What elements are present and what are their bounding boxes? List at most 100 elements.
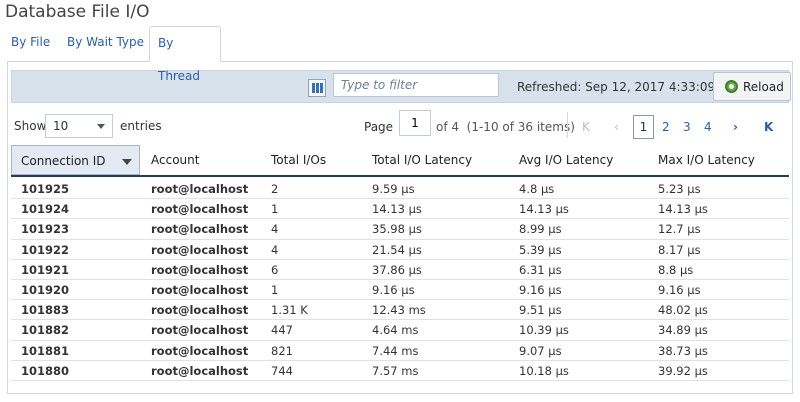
cell-total-ios: 4 xyxy=(271,242,279,257)
tab-by-file[interactable]: By File xyxy=(3,26,58,62)
reload-label: Reload xyxy=(743,79,784,94)
first-page-icon[interactable]: K xyxy=(582,120,590,134)
cell-max-io-latency: 38.73 µs xyxy=(658,343,708,358)
columns-icon[interactable] xyxy=(308,79,326,97)
cell-total-ios: 1 xyxy=(271,282,279,297)
cell-connection-id: 101882 xyxy=(21,323,70,338)
cell-max-io-latency: 34.89 µs xyxy=(658,323,708,338)
cell-total-io-latency: 7.44 ms xyxy=(372,343,419,358)
page-title: Database File I/O xyxy=(5,2,150,22)
cell-max-io-latency: 39.92 µs xyxy=(658,363,708,378)
table-body: 101925 root@localhost 2 9.59 µs 4.8 µs 5… xyxy=(11,179,789,381)
cell-total-io-latency: 9.59 µs xyxy=(372,182,415,196)
cell-total-io-latency: 21.54 µs xyxy=(372,242,422,257)
page-3-button[interactable]: 3 xyxy=(683,120,691,134)
cell-account: root@localhost xyxy=(151,363,249,378)
column-header-total-io-latency[interactable]: Total I/O Latency xyxy=(372,145,472,175)
cell-total-io-latency: 14.13 µs xyxy=(372,202,422,217)
cell-connection-id: 101920 xyxy=(21,282,70,297)
table-row[interactable]: 101925 root@localhost 2 9.59 µs 4.8 µs 5… xyxy=(11,179,789,200)
cell-max-io-latency: 14.13 µs xyxy=(658,202,708,217)
cell-connection-id: 101883 xyxy=(21,303,70,318)
cell-connection-id: 101925 xyxy=(21,182,70,196)
tab-by-wait-type[interactable]: By Wait Type xyxy=(59,26,152,62)
cell-total-ios: 4 xyxy=(271,222,279,237)
column-header-account[interactable]: Account xyxy=(151,145,199,175)
table-row[interactable]: 101880 root@localhost 744 7.57 ms 10.18 … xyxy=(11,361,789,381)
column-header-max-io-latency[interactable]: Max I/O Latency xyxy=(658,145,755,175)
cell-avg-io-latency: 5.39 µs xyxy=(519,242,562,257)
cell-total-io-latency: 9.16 µs xyxy=(372,282,415,297)
prev-page-icon[interactable]: ‹ xyxy=(614,120,619,134)
cell-max-io-latency: 48.02 µs xyxy=(658,303,708,318)
table-row[interactable]: 101881 root@localhost 821 7.44 ms 9.07 µ… xyxy=(11,341,789,361)
cell-total-ios: 744 xyxy=(271,363,293,378)
last-page-icon[interactable]: K xyxy=(764,120,773,134)
cell-total-io-latency: 12.43 ms xyxy=(372,303,426,318)
table-row[interactable]: 101921 root@localhost 6 37.86 µs 6.31 µs… xyxy=(11,260,789,280)
cell-total-ios: 6 xyxy=(271,262,279,277)
cell-max-io-latency: 12.7 µs xyxy=(658,222,701,237)
cell-account: root@localhost xyxy=(151,262,249,277)
cell-total-ios: 2 xyxy=(271,182,279,196)
cell-account: root@localhost xyxy=(151,202,249,217)
page-1-button[interactable]: 1 xyxy=(633,115,654,139)
cell-account: root@localhost xyxy=(151,343,249,358)
cell-max-io-latency: 9.16 µs xyxy=(658,282,701,297)
cell-avg-io-latency: 14.13 µs xyxy=(519,202,569,217)
table-header: Connection ID Account Total I/Os Total I… xyxy=(11,145,789,177)
cell-account: root@localhost xyxy=(151,323,249,338)
refresh-icon xyxy=(725,80,738,93)
cell-total-ios: 1 xyxy=(271,202,279,217)
column-header-total-ios[interactable]: Total I/Os xyxy=(271,145,326,175)
cell-total-io-latency: 4.64 ms xyxy=(372,323,419,338)
cell-account: root@localhost xyxy=(151,282,249,297)
column-header-avg-io-latency[interactable]: Avg I/O Latency xyxy=(519,145,613,175)
table-row[interactable]: 101920 root@localhost 1 9.16 µs 9.16 µs … xyxy=(11,280,789,301)
column-header-connection-id[interactable]: Connection ID xyxy=(11,145,140,175)
cell-max-io-latency: 8.17 µs xyxy=(658,242,701,257)
cell-account: root@localhost xyxy=(151,303,249,318)
cell-avg-io-latency: 9.51 µs xyxy=(519,303,562,318)
cell-total-ios: 821 xyxy=(271,343,293,358)
cell-max-io-latency: 8.8 µs xyxy=(658,262,694,277)
cell-connection-id: 101881 xyxy=(21,343,70,358)
cell-connection-id: 101922 xyxy=(21,242,70,257)
page-4-button[interactable]: 4 xyxy=(704,120,712,134)
cell-total-ios: 447 xyxy=(271,323,293,338)
refreshed-timestamp: Refreshed: Sep 12, 2017 4:33:09 pm xyxy=(517,80,739,94)
entries-label: entries xyxy=(120,119,162,133)
page-count-text: of 4 (1-10 of 36 items) xyxy=(436,120,575,134)
cell-total-io-latency: 35.98 µs xyxy=(372,222,422,237)
filter-input[interactable] xyxy=(333,73,499,97)
table-row[interactable]: 101923 root@localhost 4 35.98 µs 8.99 µs… xyxy=(11,219,789,240)
tab-by-thread[interactable]: By Thread xyxy=(149,26,221,83)
cell-connection-id: 101880 xyxy=(21,363,70,378)
table-row[interactable]: 101883 root@localhost 1.31 K 12.43 ms 9.… xyxy=(11,300,789,321)
thread-io-panel: Refreshed: Sep 12, 2017 4:33:09 pm Reloa… xyxy=(7,61,793,394)
cell-total-io-latency: 37.86 µs xyxy=(372,262,422,277)
reload-button[interactable]: Reload xyxy=(713,72,791,101)
table-row[interactable]: 101924 root@localhost 1 14.13 µs 14.13 µ… xyxy=(11,199,789,220)
page-label: Page xyxy=(364,120,394,134)
table-row[interactable]: 101922 root@localhost 4 21.54 µs 5.39 µs… xyxy=(11,240,789,260)
cell-avg-io-latency: 6.31 µs xyxy=(519,262,562,277)
cell-avg-io-latency: 10.39 µs xyxy=(519,323,569,338)
cell-account: root@localhost xyxy=(151,242,249,257)
show-label: Show xyxy=(14,119,47,133)
page-2-button[interactable]: 2 xyxy=(662,120,670,134)
page-number-input[interactable] xyxy=(399,110,431,136)
table-row[interactable]: 101882 root@localhost 447 4.64 ms 10.39 … xyxy=(11,320,789,341)
cell-connection-id: 101921 xyxy=(21,262,70,277)
cell-avg-io-latency: 4.8 µs xyxy=(519,182,555,196)
entries-per-page-select[interactable]: 10 xyxy=(45,114,113,138)
cell-avg-io-latency: 9.16 µs xyxy=(519,282,562,297)
next-page-icon[interactable]: › xyxy=(733,120,738,134)
cell-connection-id: 101923 xyxy=(21,222,70,237)
grid-toolbar: Refreshed: Sep 12, 2017 4:33:09 pm Reloa… xyxy=(11,70,791,103)
cell-avg-io-latency: 10.18 µs xyxy=(519,363,569,378)
entries-selected-value: 10 xyxy=(53,119,69,133)
cell-total-ios: 1.31 K xyxy=(271,303,308,318)
cell-account: root@localhost xyxy=(151,182,249,196)
chevron-down-icon xyxy=(97,124,105,129)
